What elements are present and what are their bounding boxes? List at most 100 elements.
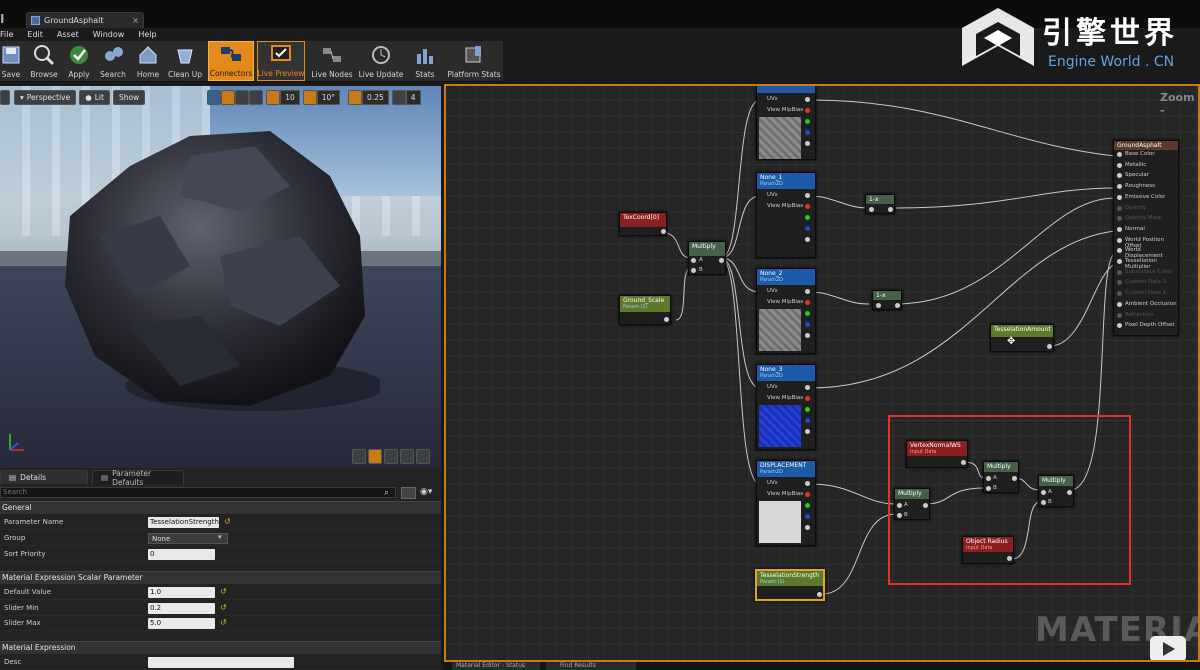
preview-cylinder-button[interactable] xyxy=(352,449,366,464)
result-input-pin[interactable] xyxy=(1117,216,1122,222)
view-options-icon[interactable] xyxy=(401,487,416,499)
live-preview-button[interactable]: Live Preview xyxy=(257,41,305,81)
document-tab[interactable]: GroundAsphalt × xyxy=(26,12,144,28)
input-pin-b[interactable] xyxy=(691,268,696,273)
tab-details[interactable]: ▤ Details xyxy=(0,470,88,484)
result-input-pin[interactable] xyxy=(1117,205,1122,211)
default-value-field[interactable]: 1.0 xyxy=(148,587,215,598)
result-input-pin[interactable] xyxy=(1117,269,1122,275)
result-input-pin[interactable] xyxy=(1117,162,1122,168)
desc-field[interactable] xyxy=(148,657,294,668)
node-one-minus-2[interactable]: 1-x xyxy=(872,290,902,310)
node-none-1[interactable]: None_1 Param2D UVs View MipBias xyxy=(756,172,816,258)
parameter-name-field[interactable]: TesselationStrength xyxy=(148,517,219,528)
node-tesselation-amount[interactable]: TesselationAmount ✥ xyxy=(990,324,1054,352)
section-scalar-parameter[interactable]: Material Expression Scalar Parameter xyxy=(0,571,441,584)
result-input-pin[interactable] xyxy=(1117,226,1122,232)
stats-button[interactable]: Stats xyxy=(410,41,440,81)
browse-button[interactable]: Browse xyxy=(28,41,60,81)
rotate-tool-icon[interactable] xyxy=(221,89,236,105)
viewport-menu-button[interactable] xyxy=(0,89,10,105)
reset-icon[interactable]: ↺ xyxy=(220,587,227,596)
reset-icon[interactable]: ↺ xyxy=(220,618,227,627)
eye-icon[interactable]: ◉▾ xyxy=(420,487,432,497)
result-input-pin[interactable] xyxy=(1117,323,1122,329)
slider-min-field[interactable]: 0.2 xyxy=(148,603,215,614)
menu-window[interactable]: Window xyxy=(93,28,125,41)
node-multiply-1[interactable]: Multiply A B xyxy=(688,241,726,275)
show-button[interactable]: Show xyxy=(112,89,146,105)
node-none-3[interactable]: None_3 Param2D UVs View MipBias xyxy=(756,364,816,450)
node-ground-scale[interactable]: Ground_Scale Param (1) xyxy=(619,295,671,325)
play-icon[interactable] xyxy=(1150,636,1186,662)
node-none-0[interactable]: UVs View MipBias xyxy=(756,84,816,160)
connectors-button[interactable]: Connectors xyxy=(208,41,254,81)
section-material-expression[interactable]: Material Expression xyxy=(0,641,441,654)
preview-mesh-button[interactable] xyxy=(416,449,430,464)
result-input-pin[interactable] xyxy=(1117,194,1122,200)
tab-material-editor-status[interactable]: Material Editor - Status xyxy=(452,662,540,670)
camera-speed-value[interactable]: 4 xyxy=(405,89,421,105)
apply-button[interactable]: Apply xyxy=(64,41,94,81)
node-none-2[interactable]: None_2 Param2D UVs View MipBias xyxy=(756,268,816,354)
section-general[interactable]: General xyxy=(0,501,441,514)
grid-snap-value[interactable]: 10 xyxy=(280,89,300,105)
world-space-icon[interactable] xyxy=(249,89,264,105)
home-button[interactable]: Home xyxy=(134,41,162,81)
group-combo[interactable]: None xyxy=(148,533,228,544)
preview-sphere-button[interactable] xyxy=(368,449,382,464)
sort-priority-field[interactable]: 0 xyxy=(148,549,215,560)
result-input-pin[interactable] xyxy=(1117,152,1122,157)
preview-plane-button[interactable] xyxy=(384,449,398,464)
camera-speed-icon[interactable] xyxy=(391,89,406,105)
result-input-pin[interactable] xyxy=(1117,184,1122,190)
result-input-pin[interactable] xyxy=(1117,280,1122,286)
result-input-pin[interactable] xyxy=(1117,248,1122,254)
result-input-pin[interactable] xyxy=(1117,237,1122,243)
save-button[interactable]: Save xyxy=(0,41,22,81)
tab-find-results[interactable]: Find Results xyxy=(546,662,636,670)
live-update-button[interactable]: Live Update xyxy=(358,41,404,81)
scale-snap-value[interactable]: 0.25 xyxy=(362,89,389,105)
translate-tool-icon[interactable] xyxy=(207,89,222,105)
node-texcoord[interactable]: TexCoord[0] xyxy=(619,212,667,236)
grid-snap-icon[interactable] xyxy=(266,89,281,105)
scale-snap-icon[interactable] xyxy=(348,89,363,105)
tab-parameter-defaults[interactable]: ▤ Parameter Defaults xyxy=(92,469,184,487)
node-tesselation-strength[interactable]: TesselationStrength Param (1) xyxy=(755,569,825,601)
preview-viewport[interactable] xyxy=(0,86,441,468)
clean-up-button[interactable]: Clean Up xyxy=(167,41,203,81)
lit-button[interactable]: ● Lit xyxy=(79,89,110,105)
result-input-pin[interactable] xyxy=(1117,301,1122,307)
close-icon[interactable]: × xyxy=(132,16,139,25)
output-pin[interactable] xyxy=(1047,344,1052,349)
rotation-snap-value[interactable]: 10° xyxy=(316,89,341,105)
menu-help[interactable]: Help xyxy=(138,28,156,41)
node-material-result[interactable]: GroundAsphalt Base Color Metallic Specular… xyxy=(1113,140,1179,336)
scale-tool-icon[interactable] xyxy=(235,89,250,105)
output-pin[interactable] xyxy=(817,592,822,597)
reset-icon[interactable]: ↺ xyxy=(224,517,231,526)
preview-cube-button[interactable] xyxy=(400,449,414,464)
menu-asset[interactable]: Asset xyxy=(57,28,79,41)
output-pin[interactable] xyxy=(719,258,724,263)
rotation-snap-icon[interactable] xyxy=(302,89,317,105)
menu-file[interactable]: File xyxy=(0,28,13,41)
result-input-pin[interactable] xyxy=(1117,312,1122,318)
output-pin[interactable] xyxy=(664,317,669,322)
input-pin-a[interactable] xyxy=(691,258,696,263)
slider-max-field[interactable]: 5.0 xyxy=(148,618,215,629)
live-nodes-button[interactable]: Live Nodes xyxy=(310,41,354,81)
result-input-pin[interactable] xyxy=(1117,259,1122,264)
output-pin[interactable] xyxy=(661,229,666,234)
result-input-pin[interactable] xyxy=(1117,173,1122,179)
platform-stats-button[interactable]: Platform Stats xyxy=(446,41,502,81)
node-one-minus-1[interactable]: 1-x xyxy=(865,194,895,214)
node-displacement[interactable]: DISPLACEMENT Param2D UVs View MipBias xyxy=(756,460,816,546)
reset-icon[interactable]: ↺ xyxy=(220,603,227,612)
search-button[interactable]: Search xyxy=(98,41,128,81)
menu-edit[interactable]: Edit xyxy=(27,28,43,41)
result-input-pin[interactable] xyxy=(1117,291,1122,297)
perspective-button[interactable]: ▾ Perspective xyxy=(14,89,77,105)
details-search-input[interactable]: Search xyxy=(0,487,396,498)
